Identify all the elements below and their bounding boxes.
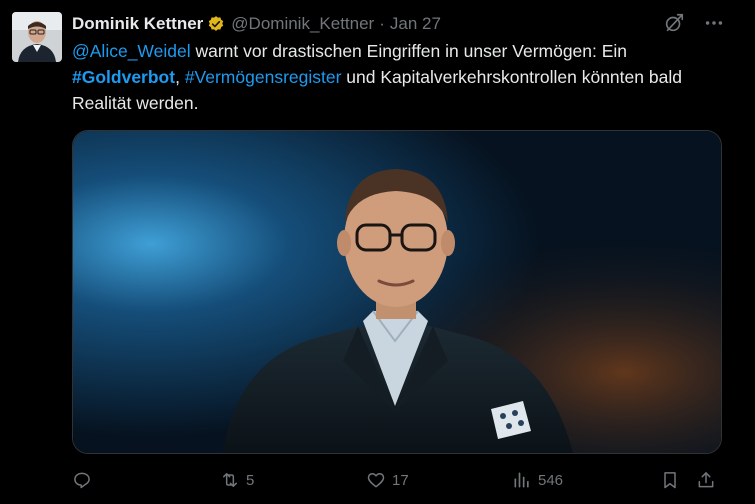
views-button[interactable]: 546 (512, 464, 563, 496)
video-thumbnail[interactable] (72, 130, 722, 454)
handle[interactable]: @Dominik_Kettner (231, 14, 374, 34)
share-icon (698, 472, 714, 488)
bookmark-button[interactable] (660, 464, 680, 496)
views-count: 546 (538, 471, 564, 489)
share-button[interactable] (696, 464, 716, 496)
avatar[interactable] (12, 12, 62, 62)
separator-dot: · (379, 14, 385, 33)
tweet-date[interactable]: Jan 27 (390, 14, 441, 34)
mention-link[interactable]: @Alice_Weidel (72, 41, 191, 61)
hashtag-link[interactable]: #Goldverbot (72, 67, 175, 87)
like-count: 17 (392, 471, 409, 489)
like-button[interactable]: 17 (366, 464, 409, 496)
retweet-button[interactable]: 5 (220, 464, 254, 496)
tweet-text: @Alice_Weidel warnt vor drastischen Eing… (72, 38, 722, 116)
bookmark-icon (664, 472, 676, 489)
verified-badge-icon[interactable] (207, 15, 225, 33)
tweet-text-comma: , (175, 67, 185, 87)
heart-icon (367, 473, 385, 488)
retweet-count: 5 (246, 471, 255, 489)
reply-icon (74, 472, 90, 489)
more-icon[interactable] (703, 12, 725, 34)
tweet-actions: 5 17 546 (72, 464, 722, 496)
tweet-top-actions (663, 12, 725, 34)
hashtag-link[interactable]: #Vermögensregister (185, 67, 342, 87)
retweet-icon (223, 473, 237, 487)
grok-icon[interactable] (663, 12, 685, 34)
reply-button[interactable] (72, 464, 98, 496)
tweet[interactable]: Dominik Kettner @Dominik_Kettner · Jan 2… (0, 0, 755, 504)
tweet-header: Dominik Kettner @Dominik_Kettner · Jan 2… (72, 12, 441, 36)
tweet-text-part: warnt vor drastischen Eingriffen in unse… (190, 41, 628, 61)
display-name[interactable]: Dominik Kettner (72, 14, 203, 34)
views-icon (514, 472, 529, 488)
